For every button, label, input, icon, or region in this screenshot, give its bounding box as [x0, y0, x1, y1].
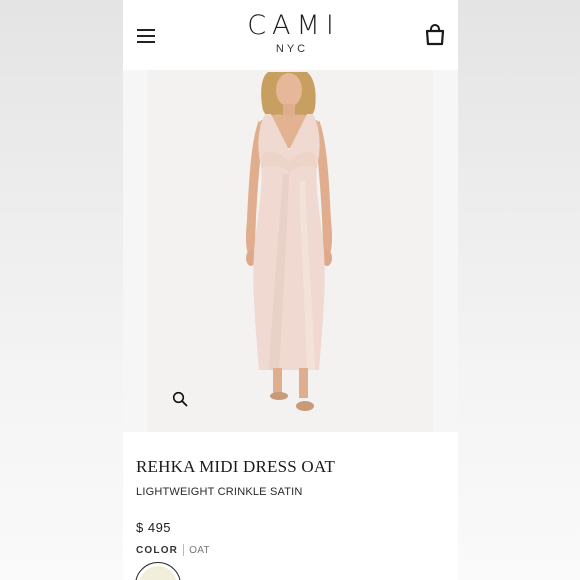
product-title: REHKA MIDI DRESS OAT [136, 457, 336, 476]
shopping-bag-icon[interactable] [425, 24, 445, 46]
selected-color-name: OAT [189, 544, 210, 556]
background-right [458, 0, 580, 580]
product-price: $ 495 [136, 520, 172, 535]
product-photo[interactable] [147, 70, 433, 432]
color-divider [183, 544, 185, 556]
magnifier-icon[interactable] [167, 386, 193, 412]
brand-subname: NYC [275, 43, 309, 55]
brand-logo[interactable]: CAMI NYC [123, 10, 458, 55]
background-left [0, 0, 123, 580]
color-swatch-oat[interactable] [135, 562, 181, 580]
product-subtitle: LIGHTWEIGHT CRINKLE SATIN [136, 486, 303, 498]
brand-name: CAMI [247, 10, 340, 41]
product-gallery [123, 70, 458, 432]
product-page: CAMI NYC REHKA MIDI DRESS OAT LIGHTWEIGH… [123, 0, 458, 580]
site-header: CAMI NYC [123, 0, 458, 70]
color-selector-row: COLOR OAT [136, 544, 210, 556]
color-swatch-fill [139, 566, 177, 580]
color-label: COLOR [136, 544, 179, 556]
